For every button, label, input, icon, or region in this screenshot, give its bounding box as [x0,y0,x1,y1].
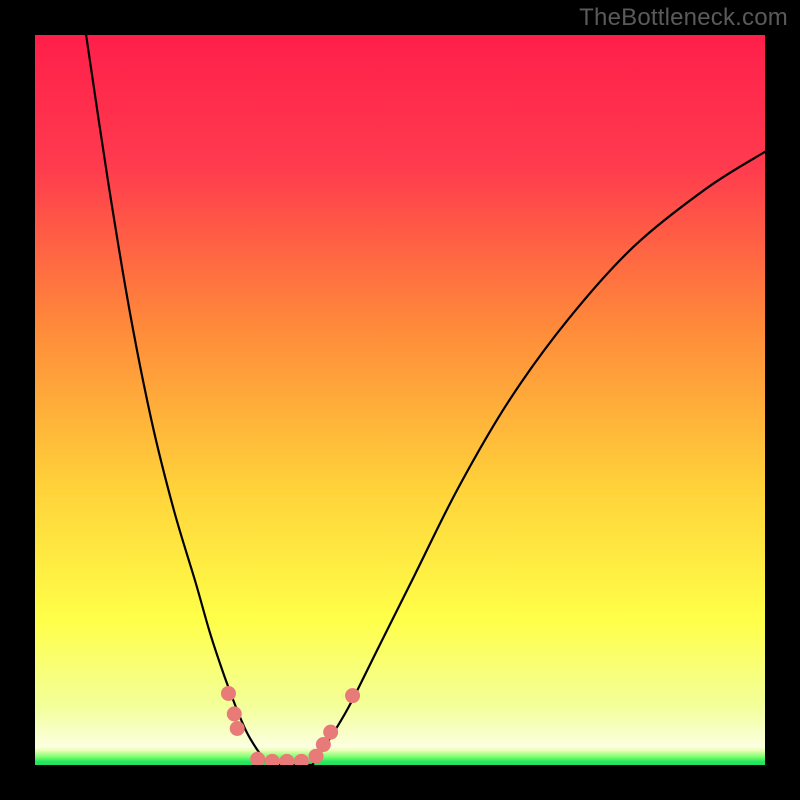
data-marker [221,686,236,701]
data-marker [279,754,294,765]
watermark-text: TheBottleneck.com [579,4,788,32]
data-marker [345,688,360,703]
data-marker [227,706,242,721]
chart-frame: TheBottleneck.com [0,0,800,800]
plot-area [35,35,765,765]
data-marker [265,754,280,765]
bottleneck-curve [35,35,765,765]
data-marker [250,752,265,765]
data-marker [230,721,245,736]
data-marker [294,754,309,765]
data-marker [323,725,338,740]
